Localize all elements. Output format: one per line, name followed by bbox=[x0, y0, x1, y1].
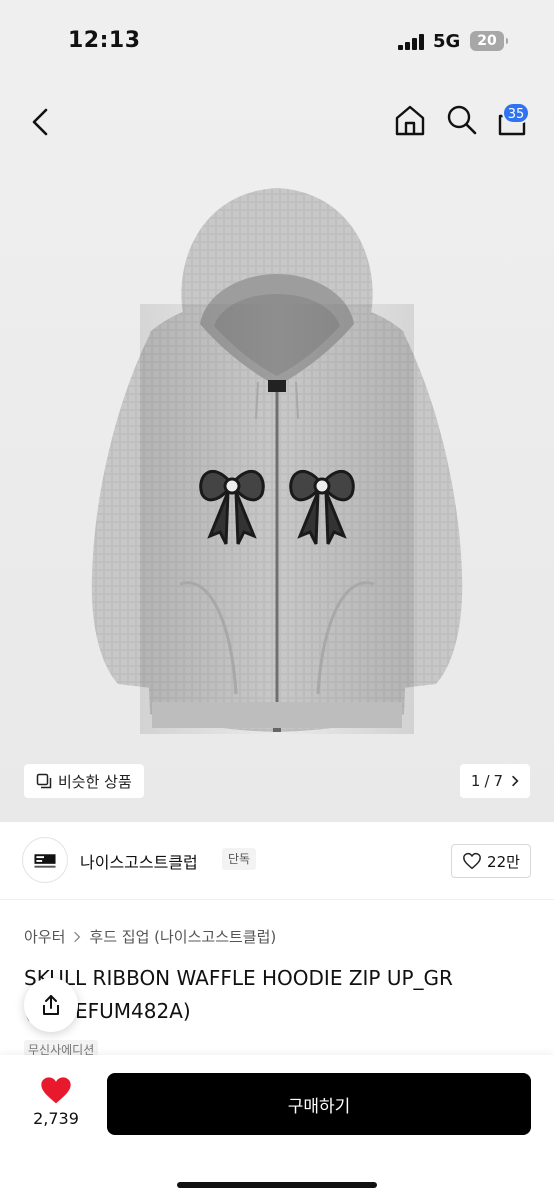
chevron-right-icon bbox=[512, 775, 519, 787]
product-image-gallery[interactable]: 35 비슷한 상품 1 / 7 bbox=[0, 82, 554, 822]
buy-button[interactable]: 구매하기 bbox=[107, 1073, 531, 1135]
home-indicator bbox=[177, 1182, 377, 1188]
bottom-action-bar: 2,739 구매하기 bbox=[0, 1055, 554, 1200]
product-title: SKULL RIBBON WAFFLE HOODIE ZIP UP_GR (NG… bbox=[24, 962, 544, 1028]
breadcrumb-level1[interactable]: 아우터 bbox=[24, 926, 65, 947]
pager-total: 7 bbox=[493, 772, 504, 790]
brand-row: 나이스고스트클럽 단독 22만 bbox=[0, 822, 554, 900]
wish-count: 2,739 bbox=[33, 1109, 79, 1128]
pager-current: 1 bbox=[470, 772, 481, 790]
brand-name[interactable]: 나이스고스트클럽 bbox=[80, 849, 198, 873]
chevron-right-icon bbox=[74, 931, 81, 942]
back-icon[interactable] bbox=[24, 102, 58, 142]
network-type: 5G bbox=[433, 31, 461, 52]
home-icon[interactable] bbox=[392, 102, 428, 138]
image-pager[interactable]: 1 / 7 bbox=[460, 764, 530, 798]
breadcrumb: 아우터 후드 집업 (나이스고스트클럽) bbox=[24, 926, 276, 947]
product-image bbox=[91, 188, 463, 734]
brand-like-button[interactable]: 22만 bbox=[451, 844, 531, 878]
brand-logo[interactable] bbox=[22, 837, 68, 883]
heart-outline-icon bbox=[463, 852, 481, 870]
brand-like-count: 22만 bbox=[487, 852, 520, 871]
pager-separator: / bbox=[484, 772, 490, 790]
top-nav: 35 bbox=[0, 82, 554, 162]
product-title-line2: (NG2EFUM482A) bbox=[24, 999, 191, 1023]
signal-icon bbox=[398, 34, 426, 50]
exclusive-badge: 단독 bbox=[222, 848, 257, 870]
breadcrumb-level2[interactable]: 후드 집업 (나이스고스트클럽) bbox=[89, 926, 276, 947]
product-title-line1: SKULL RIBBON WAFFLE HOODIE ZIP UP_GR bbox=[24, 966, 453, 990]
status-bar: 12:13 5G 20 bbox=[0, 0, 554, 82]
share-icon bbox=[43, 995, 59, 1015]
status-time: 12:13 bbox=[68, 28, 141, 53]
search-icon[interactable] bbox=[444, 102, 480, 138]
cart-count-badge: 35 bbox=[502, 102, 530, 124]
similar-items-label: 비슷한 상품 bbox=[58, 772, 132, 791]
similar-items-icon bbox=[36, 773, 52, 789]
similar-items-button[interactable]: 비슷한 상품 bbox=[24, 764, 144, 798]
share-button[interactable] bbox=[24, 978, 78, 1032]
heart-filled-icon[interactable] bbox=[40, 1075, 72, 1105]
battery-icon: 20 bbox=[470, 31, 508, 51]
